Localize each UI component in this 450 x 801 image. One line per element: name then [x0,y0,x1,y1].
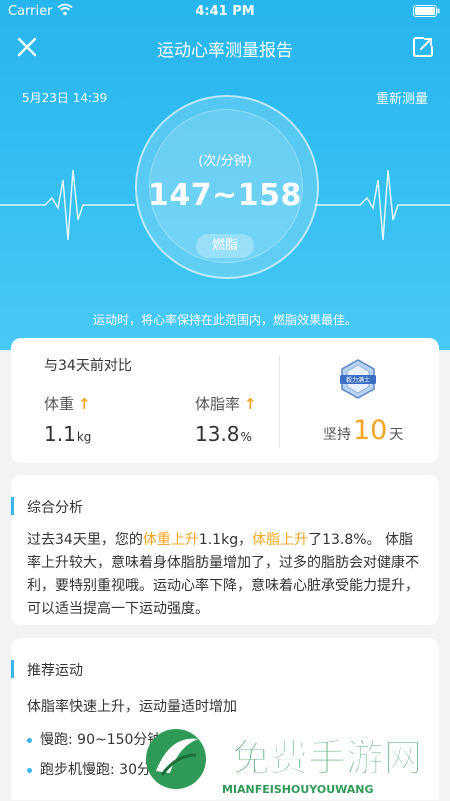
watermark-url: MIANFEISHOUYOUWANG [222,783,374,796]
remeasure-button[interactable]: 重新测量 [376,88,428,107]
recommend-subtitle: 体脂率快速上升，运动量适时增加 [27,699,237,715]
heart-rate-range: 147~158 [148,178,302,213]
watermark: 免费手游网 MIANFEISHOUYOUWANG [140,725,440,797]
streak-days: 10 [353,415,388,446]
arrow-up-icon: ↑ [78,395,91,413]
page-title: 运动心率测量报告 [157,41,293,61]
battery-icon [413,5,440,21]
analysis-card: 综合分析 过去34天里，您的体重上升1.1kg，体脂上升了13.8%。 体脂率上… [11,475,439,625]
card-divider [279,356,280,448]
badge-text: 毅力满士 [346,376,370,384]
section-accent-bar [11,660,14,678]
nav-bar: 运动心率测量报告 [0,30,450,64]
share-icon [413,37,433,57]
body-fat-value: 13.8% [195,422,252,446]
watermark-logo-icon: 免费手游网 MIANFEISHOUYOUWANG [146,729,423,796]
share-button[interactable] [410,34,436,60]
arrow-up-icon: ↑ [244,395,257,413]
streak-label: 坚持10 天 [323,415,404,446]
fat-rise-highlight: 体脂上升 [252,532,309,548]
weight-value: 1.1kg [44,422,92,446]
section-accent-bar [11,497,14,515]
recommend-title: 推荐运动 [27,663,83,679]
comparison-card: 与34天前对比 体重 ↑ 1.1kg 体脂率 ↑ 13.8% 毅力满士 坚持10 天 [11,338,439,463]
comparison-title: 与34天前对比 [44,358,132,374]
body-fat-label: 体脂率 ↑ [195,395,257,413]
analysis-text: 过去34天里，您的体重上升1.1kg，体脂上升了13.8%。 体脂率上升较大，意… [27,532,419,617]
heart-rate-zone-badge: 燃脂 [196,234,254,258]
bullet-dot [27,737,32,743]
perseverance-badge-icon: 毅力满士 [340,359,376,399]
bullet-dot [27,767,32,773]
heart-rate-unit: (次/分钟) [198,154,252,169]
weight-label: 体重 ↑ [44,395,91,413]
analysis-title: 综合分析 [27,500,83,516]
heart-rate-hint: 运动时，将心率保持在此范围内，燃脂效果最佳。 [92,313,357,327]
weight-rise-highlight: 体重上升 [142,532,199,548]
measure-date: 5月23日 14:39 [22,91,108,105]
status-time: 4:41 PM [195,4,255,19]
status-bar: Carrier 4:41 PM [0,0,450,22]
watermark-text: 免费手游网 [232,736,422,780]
report-header: Carrier 4:41 PM 运动心率测量报告 5月23日 14:39 重新测… [0,0,450,350]
